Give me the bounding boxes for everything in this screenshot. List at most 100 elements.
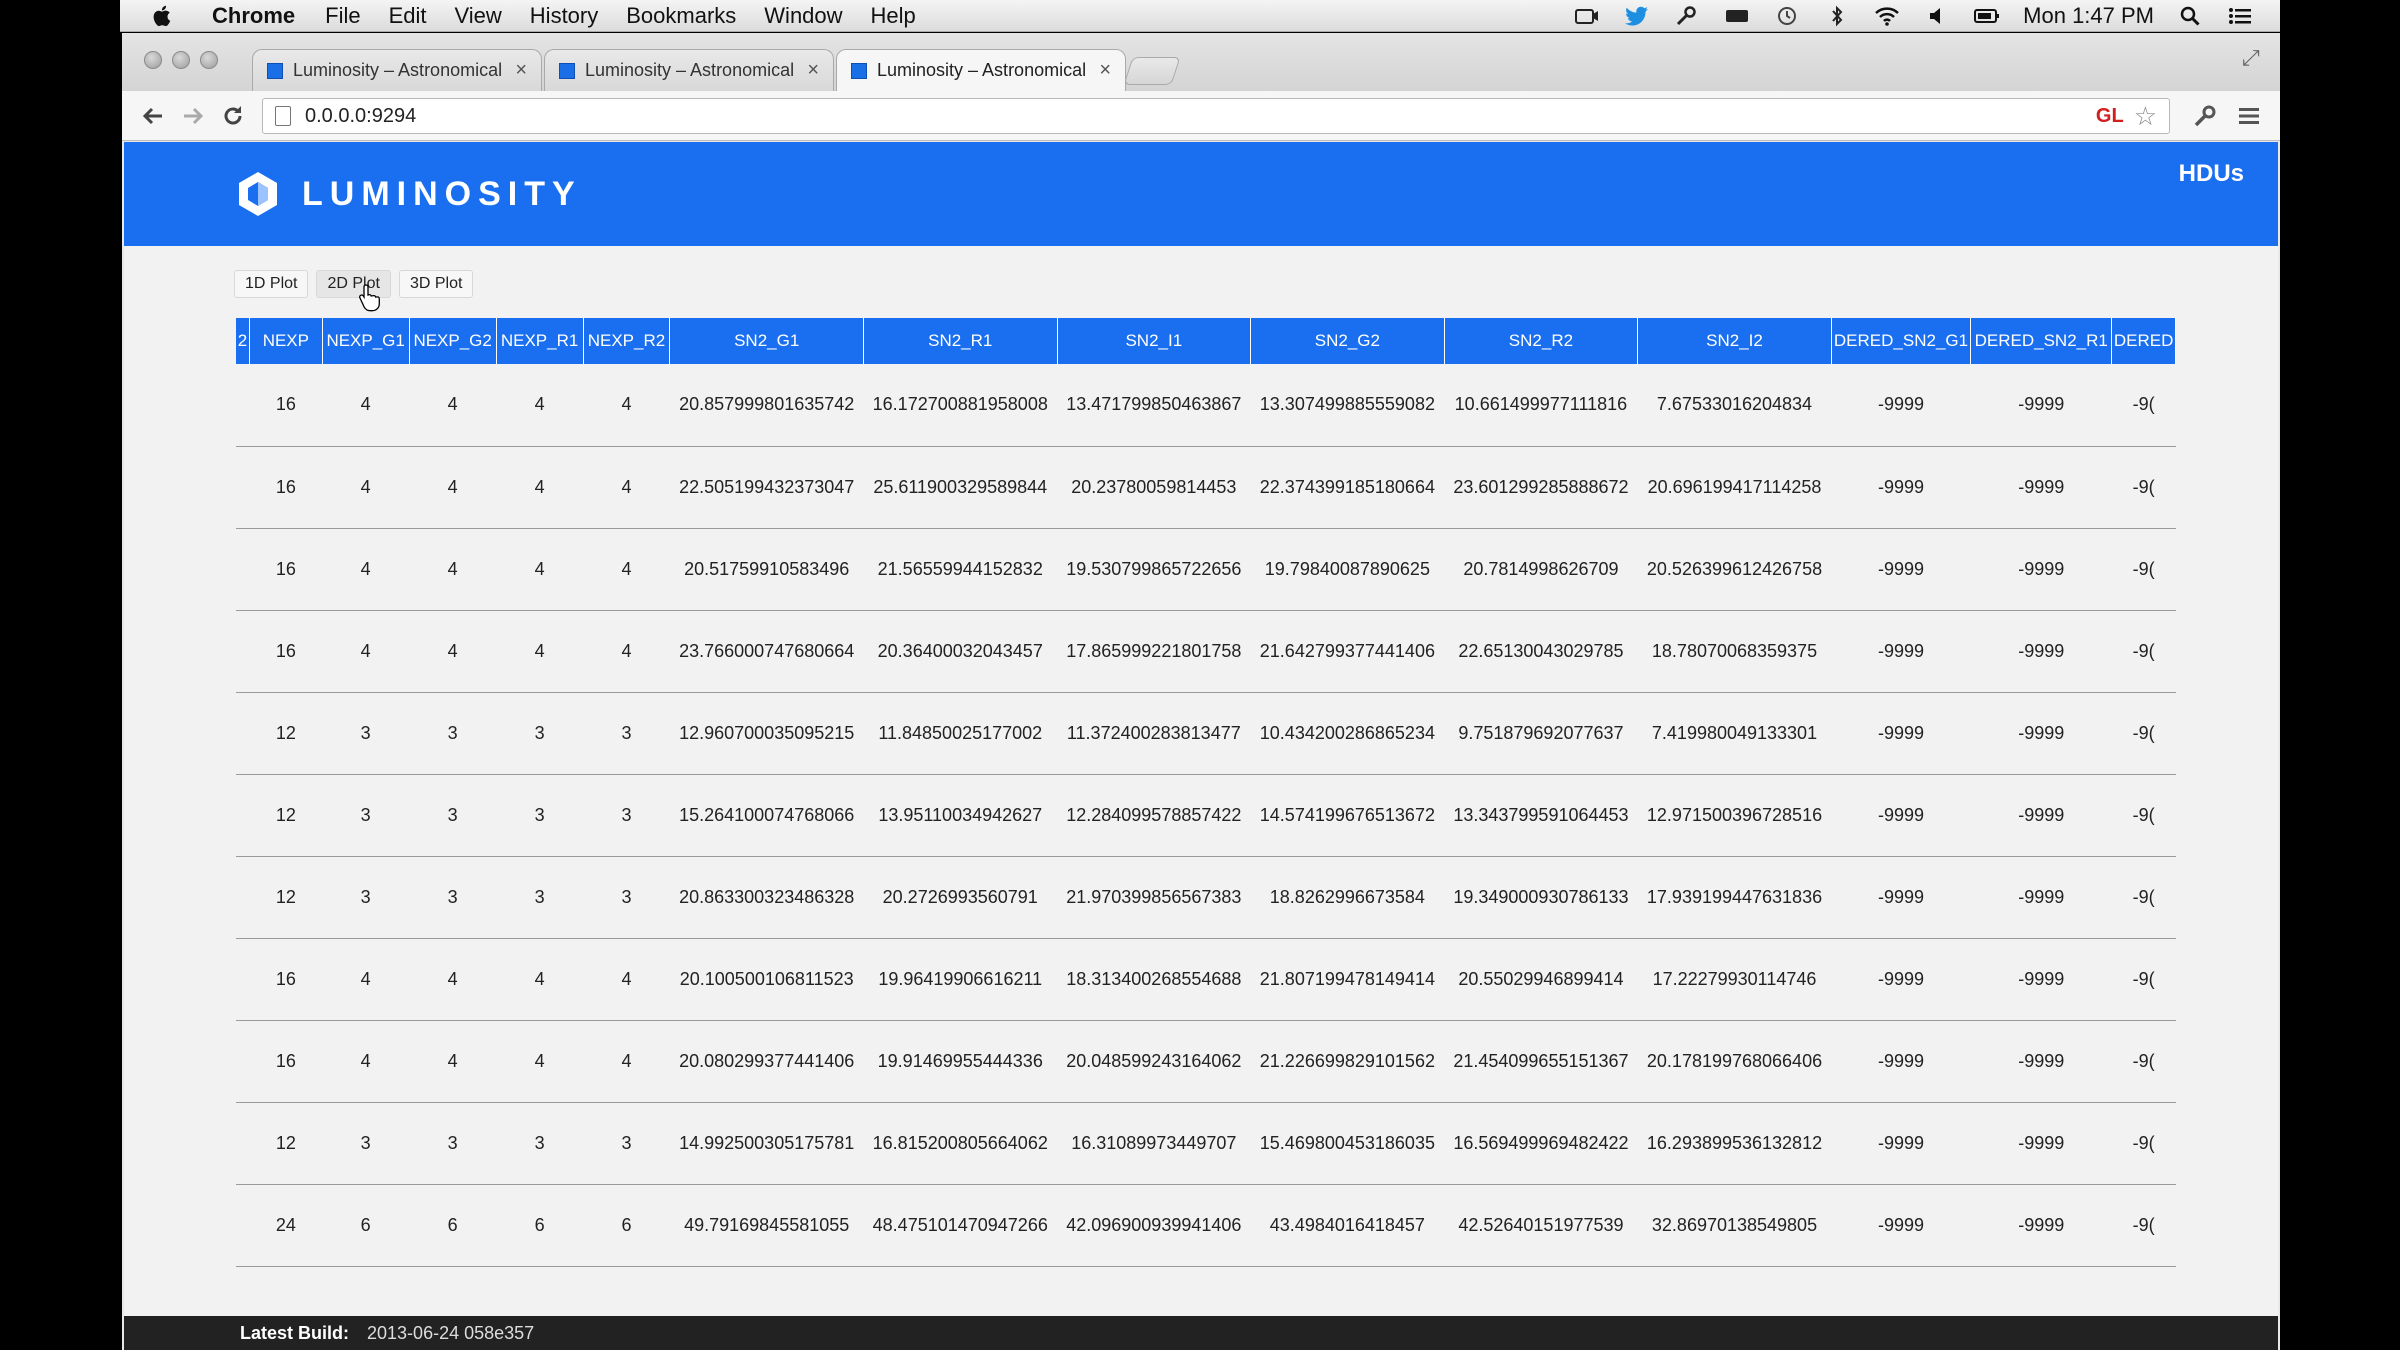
column-header[interactable]: 2: [236, 318, 250, 364]
brand-name: LUMINOSITY: [302, 174, 582, 213]
table-cell: 4: [496, 610, 584, 693]
table-row[interactable]: 16 4 4 4 4 20.857999801635742 16.1727008819580…: [236, 364, 2176, 447]
zoom-window-button[interactable]: [200, 51, 218, 69]
column-header[interactable]: NEXP_R2: [583, 318, 671, 364]
table-row[interactable]: 16 4 4 4 4 22.505199432373047 25.6119003295898…: [236, 446, 2176, 529]
table-row[interactable]: 12 3 3 3 3 15.264100074768066 13.9511003494262…: [236, 774, 2176, 857]
table-cell: 12.284099578857422: [1057, 774, 1251, 857]
table-cell: 16: [249, 938, 323, 1021]
column-header[interactable]: SN2_G1: [669, 318, 864, 364]
table-cell: -9999: [1831, 1020, 1971, 1103]
table-row[interactable]: 12 3 3 3 3 20.863300323486328 20.2726993560791…: [236, 856, 2176, 939]
reload-button[interactable]: [216, 99, 250, 133]
minimize-window-button[interactable]: [172, 51, 190, 69]
table-cell: 12: [249, 692, 323, 775]
tab-title: Luminosity – Astronomical: [293, 60, 503, 80]
bookmark-star-icon[interactable]: ☆: [2134, 101, 2157, 132]
browser-tab-2[interactable]: Luminosity – Astronomical ×: [544, 49, 834, 91]
address-bar[interactable]: 0.0.0.0:9294 GL ☆: [262, 98, 2170, 134]
notification-center-icon[interactable]: [2226, 5, 2254, 27]
tab-close-icon[interactable]: ×: [1099, 59, 1111, 82]
column-header[interactable]: DERED: [2111, 318, 2176, 364]
table-row[interactable]: 16 4 4 4 4 23.766000747680664 20.3640003204345…: [236, 610, 2176, 693]
close-window-button[interactable]: [144, 51, 162, 69]
column-header[interactable]: NEXP: [249, 318, 323, 364]
apple-menu-icon[interactable]: [148, 1, 178, 31]
column-header[interactable]: SN2_R2: [1444, 318, 1639, 364]
browser-tab-1[interactable]: Luminosity – Astronomical ×: [252, 49, 542, 91]
table-cell: 18.8262996673584: [1250, 856, 1445, 939]
new-tab-button[interactable]: [1123, 57, 1181, 85]
menu-help[interactable]: Help: [871, 3, 916, 29]
table-cell: -9(: [2111, 1020, 2176, 1103]
chrome-menu-icon[interactable]: [2234, 101, 2264, 131]
column-header[interactable]: DERED_SN2_G1: [1831, 318, 1972, 364]
bluetooth-icon[interactable]: [1823, 5, 1851, 27]
table-cell: 16: [249, 528, 323, 611]
table-cell: [236, 938, 250, 1021]
wrench-status-icon[interactable]: [1673, 5, 1701, 27]
menu-view[interactable]: View: [455, 3, 502, 29]
table-cell: 42.52640151977539: [1444, 1184, 1638, 1267]
battery-icon[interactable]: [1973, 5, 2001, 27]
table-row[interactable]: 12 3 3 3 3 12.960700035095215 11.8485002517700…: [236, 692, 2176, 775]
back-button[interactable]: [136, 99, 170, 133]
browser-tab-3-active[interactable]: Luminosity – Astronomical ×: [836, 49, 1126, 91]
table-cell: 6: [583, 1184, 670, 1267]
plot-3d-button[interactable]: 3D Plot: [398, 270, 474, 298]
table-row[interactable]: 16 4 4 4 4 20.100500106811523 19.9641990661621…: [236, 938, 2176, 1021]
table-cell: 16.172700881958008: [863, 364, 1058, 447]
time-machine-icon[interactable]: [1773, 5, 1801, 27]
hdus-nav-link[interactable]: HDUs: [2179, 160, 2244, 188]
menu-file[interactable]: File: [325, 3, 360, 29]
hdu-data-table-container[interactable]: 2 NEXP NEXP_G1 NEXP_G2 NEXP_R1 NEXP_R2 SN2_G1 S…: [236, 318, 2176, 1318]
table-row[interactable]: 12 3 3 3 3 14.992500305175781 16.8152008056640…: [236, 1102, 2176, 1185]
twitter-icon[interactable]: [1623, 5, 1651, 27]
table-cell: 22.505199432373047: [669, 446, 864, 529]
menu-window[interactable]: Window: [764, 3, 842, 29]
url-text[interactable]: 0.0.0.0:9294: [305, 105, 416, 128]
forward-button[interactable]: [176, 99, 210, 133]
gl-extension-icon[interactable]: GL: [2096, 105, 2124, 128]
table-cell: 43.4984016418457: [1250, 1184, 1445, 1267]
hexagon-logo-icon: [239, 172, 277, 216]
table-cell: 21.642799377441406: [1250, 610, 1445, 693]
volume-icon[interactable]: [1923, 5, 1951, 27]
app-menu-chrome[interactable]: Chrome: [212, 3, 295, 29]
battery-meter-icon[interactable]: [1723, 5, 1751, 27]
tab-close-icon[interactable]: ×: [515, 59, 527, 82]
table-cell: 13.307499885559082: [1250, 364, 1445, 447]
menubar-clock[interactable]: Mon 1:47 PM: [2023, 3, 2154, 29]
table-cell: 10.661499977111816: [1444, 364, 1638, 447]
column-header[interactable]: SN2_I2: [1637, 318, 1832, 364]
spotlight-search-icon[interactable]: [2176, 5, 2204, 27]
wrench-extension-icon[interactable]: [2190, 101, 2220, 131]
column-header[interactable]: DERED_SN2_R1: [1970, 318, 2113, 364]
tab-title: Luminosity – Astronomical: [877, 60, 1087, 80]
menu-bookmarks[interactable]: Bookmarks: [626, 3, 736, 29]
column-header[interactable]: SN2_R1: [863, 318, 1058, 364]
table-row[interactable]: 16 4 4 4 4 20.080299377441406 19.9146995544433…: [236, 1020, 2176, 1103]
table-cell: 12.960700035095215: [669, 692, 864, 775]
table-cell: 19.349000930786133: [1444, 856, 1638, 939]
tab-close-icon[interactable]: ×: [807, 59, 819, 82]
wifi-icon[interactable]: [1873, 5, 1901, 27]
luminosity-logo[interactable]: LUMINOSITY: [236, 170, 582, 218]
table-cell: 11.84850025177002: [863, 692, 1058, 775]
table-row[interactable]: 24 6 6 6 6 49.79169845581055 48.47510147094726…: [236, 1184, 2176, 1267]
column-header[interactable]: NEXP_G2: [409, 318, 497, 364]
column-header[interactable]: NEXP_G1: [322, 318, 410, 364]
column-header[interactable]: SN2_G2: [1250, 318, 1445, 364]
screen-record-icon[interactable]: [1573, 5, 1601, 27]
table-cell: 21.226699829101562: [1250, 1020, 1445, 1103]
table-cell: [236, 692, 250, 775]
menu-edit[interactable]: Edit: [389, 3, 427, 29]
menu-history[interactable]: History: [530, 3, 598, 29]
table-cell: 12.971500396728516: [1637, 774, 1832, 857]
table-cell: 16: [249, 1020, 323, 1103]
fullscreen-icon[interactable]: ⤢: [2242, 45, 2266, 70]
plot-1d-button[interactable]: 1D Plot: [234, 270, 309, 298]
column-header[interactable]: SN2_I1: [1057, 318, 1252, 364]
column-header[interactable]: NEXP_R1: [496, 318, 584, 364]
table-row[interactable]: 16 4 4 4 4 20.51759910583496 21.56559944152832…: [236, 528, 2176, 611]
